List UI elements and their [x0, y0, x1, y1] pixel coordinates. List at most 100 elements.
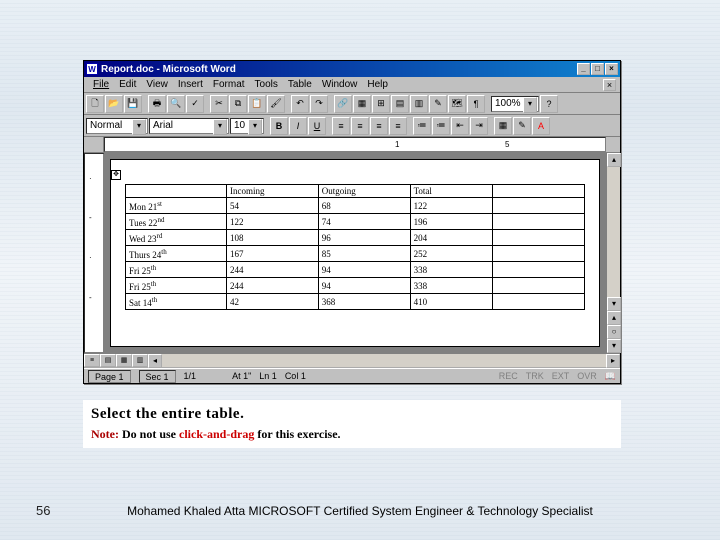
insert-table-button[interactable]: ⊞ — [372, 95, 390, 113]
menu-format[interactable]: Format — [208, 79, 250, 90]
outgoing-cell[interactable]: 94 — [318, 262, 410, 278]
browse-next-button[interactable]: ▾ — [607, 339, 621, 353]
day-cell[interactable]: Fri 25th — [126, 278, 227, 294]
table-row[interactable]: Fri 25th24494338 — [126, 262, 585, 278]
header-cell[interactable] — [126, 185, 227, 198]
preview-button[interactable]: 🔍 — [167, 95, 185, 113]
header-cell[interactable]: Total — [410, 185, 493, 198]
print-view-button[interactable]: ▦ — [116, 354, 132, 367]
scroll-up-button[interactable]: ▴ — [607, 153, 621, 167]
size-select[interactable]: 10 — [230, 118, 264, 134]
open-button[interactable]: 📂 — [105, 95, 123, 113]
table-row[interactable]: Mon 21st5468122 — [126, 198, 585, 214]
empty-cell[interactable] — [493, 246, 585, 262]
minimize-button[interactable]: _ — [577, 63, 590, 75]
table-row[interactable]: Sat 14th42368410 — [126, 294, 585, 310]
spell-button[interactable]: ✓ — [186, 95, 204, 113]
header-cell[interactable]: Outgoing — [318, 185, 410, 198]
data-table[interactable]: Incoming Outgoing Total Mon 21st5468122T… — [125, 184, 585, 310]
table-row[interactable]: Fri 25th24494338 — [126, 278, 585, 294]
show-button[interactable]: ¶ — [467, 95, 485, 113]
menu-help[interactable]: Help — [362, 79, 393, 90]
menu-tools[interactable]: Tools — [250, 79, 283, 90]
outgoing-cell[interactable]: 96 — [318, 230, 410, 246]
zoom-select[interactable]: 100% — [491, 96, 539, 112]
print-button[interactable]: 🖶 — [148, 95, 166, 113]
indent-button[interactable]: ⇥ — [470, 117, 488, 135]
hyperlink-button[interactable]: 🔗 — [334, 95, 352, 113]
help-button[interactable]: ? — [540, 95, 558, 113]
font-select[interactable]: Arial — [149, 118, 229, 134]
total-cell[interactable]: 338 — [410, 278, 493, 294]
menu-table[interactable]: Table — [283, 79, 317, 90]
save-button[interactable]: 💾 — [124, 95, 142, 113]
total-cell[interactable]: 252 — [410, 246, 493, 262]
italic-button[interactable]: I — [289, 117, 307, 135]
close-button[interactable]: × — [605, 63, 618, 75]
align-left-button[interactable]: ≡ — [332, 117, 350, 135]
outgoing-cell[interactable]: 94 — [318, 278, 410, 294]
empty-cell[interactable] — [493, 198, 585, 214]
empty-cell[interactable] — [493, 214, 585, 230]
new-button[interactable]: 🗋 — [86, 95, 104, 113]
copy-button[interactable]: ⧉ — [229, 95, 247, 113]
font-color-button[interactable]: A — [532, 117, 550, 135]
outgoing-cell[interactable]: 368 — [318, 294, 410, 310]
vertical-scrollbar[interactable]: ▴ ▾ ▴ ○ ▾ — [606, 153, 620, 353]
total-cell[interactable]: 122 — [410, 198, 493, 214]
scroll-down-button[interactable]: ▾ — [607, 297, 621, 311]
browse-prev-button[interactable]: ▴ — [607, 311, 621, 325]
web-view-button[interactable]: ▤ — [100, 354, 116, 367]
horizontal-scrollbar[interactable]: ◂ ▸ — [148, 354, 620, 368]
horizontal-ruler[interactable]: 1 5 — [104, 137, 606, 152]
numbering-button[interactable]: ≔ — [413, 117, 431, 135]
incoming-cell[interactable]: 42 — [226, 294, 318, 310]
document-page[interactable]: ✥ Incoming Outgoing Total Mon 21st546812… — [110, 159, 600, 347]
day-cell[interactable]: Mon 21st — [126, 198, 227, 214]
menu-edit[interactable]: Edit — [114, 79, 141, 90]
incoming-cell[interactable]: 167 — [226, 246, 318, 262]
day-cell[interactable]: Sat 14th — [126, 294, 227, 310]
underline-button[interactable]: U — [308, 117, 326, 135]
empty-cell[interactable] — [493, 230, 585, 246]
excel-button[interactable]: ▤ — [391, 95, 409, 113]
incoming-cell[interactable]: 244 — [226, 262, 318, 278]
hscroll-track[interactable] — [162, 354, 606, 367]
empty-cell[interactable] — [493, 278, 585, 294]
normal-view-button[interactable]: ≡ — [84, 354, 100, 367]
table-row[interactable]: Wed 23rd10896204 — [126, 230, 585, 246]
header-cell[interactable]: Incoming — [226, 185, 318, 198]
day-cell[interactable]: Fri 25th — [126, 262, 227, 278]
outdent-button[interactable]: ⇤ — [451, 117, 469, 135]
menu-view[interactable]: View — [141, 79, 173, 90]
empty-cell[interactable] — [493, 262, 585, 278]
columns-button[interactable]: ▥ — [410, 95, 428, 113]
menu-window[interactable]: Window — [317, 79, 363, 90]
header-cell[interactable] — [493, 185, 585, 198]
format-painter-button[interactable]: 🖌 — [267, 95, 285, 113]
table-move-handle[interactable]: ✥ — [111, 170, 121, 180]
incoming-cell[interactable]: 54 — [226, 198, 318, 214]
cut-button[interactable]: ✂ — [210, 95, 228, 113]
total-cell[interactable]: 204 — [410, 230, 493, 246]
highlight-button[interactable]: ✎ — [513, 117, 531, 135]
table-row[interactable]: Tues 22nd12274196 — [126, 214, 585, 230]
tables-button[interactable]: ▦ — [353, 95, 371, 113]
total-cell[interactable]: 410 — [410, 294, 493, 310]
day-cell[interactable]: Wed 23rd — [126, 230, 227, 246]
titlebar[interactable]: W Report.doc - Microsoft Word _ □ × — [84, 61, 620, 77]
bold-button[interactable]: B — [270, 117, 288, 135]
total-cell[interactable]: 196 — [410, 214, 493, 230]
table-row[interactable]: Thurs 24th16785252 — [126, 246, 585, 262]
align-right-button[interactable]: ≡ — [370, 117, 388, 135]
scroll-track[interactable] — [607, 167, 620, 297]
menu-file[interactable]: File — [88, 79, 114, 90]
drawing-button[interactable]: ✎ — [429, 95, 447, 113]
day-cell[interactable]: Thurs 24th — [126, 246, 227, 262]
style-select[interactable]: Normal — [86, 118, 148, 134]
outgoing-cell[interactable]: 68 — [318, 198, 410, 214]
vertical-ruler[interactable]: · - · - — [84, 153, 104, 353]
incoming-cell[interactable]: 108 — [226, 230, 318, 246]
bullets-button[interactable]: ≔ — [432, 117, 450, 135]
empty-cell[interactable] — [493, 294, 585, 310]
